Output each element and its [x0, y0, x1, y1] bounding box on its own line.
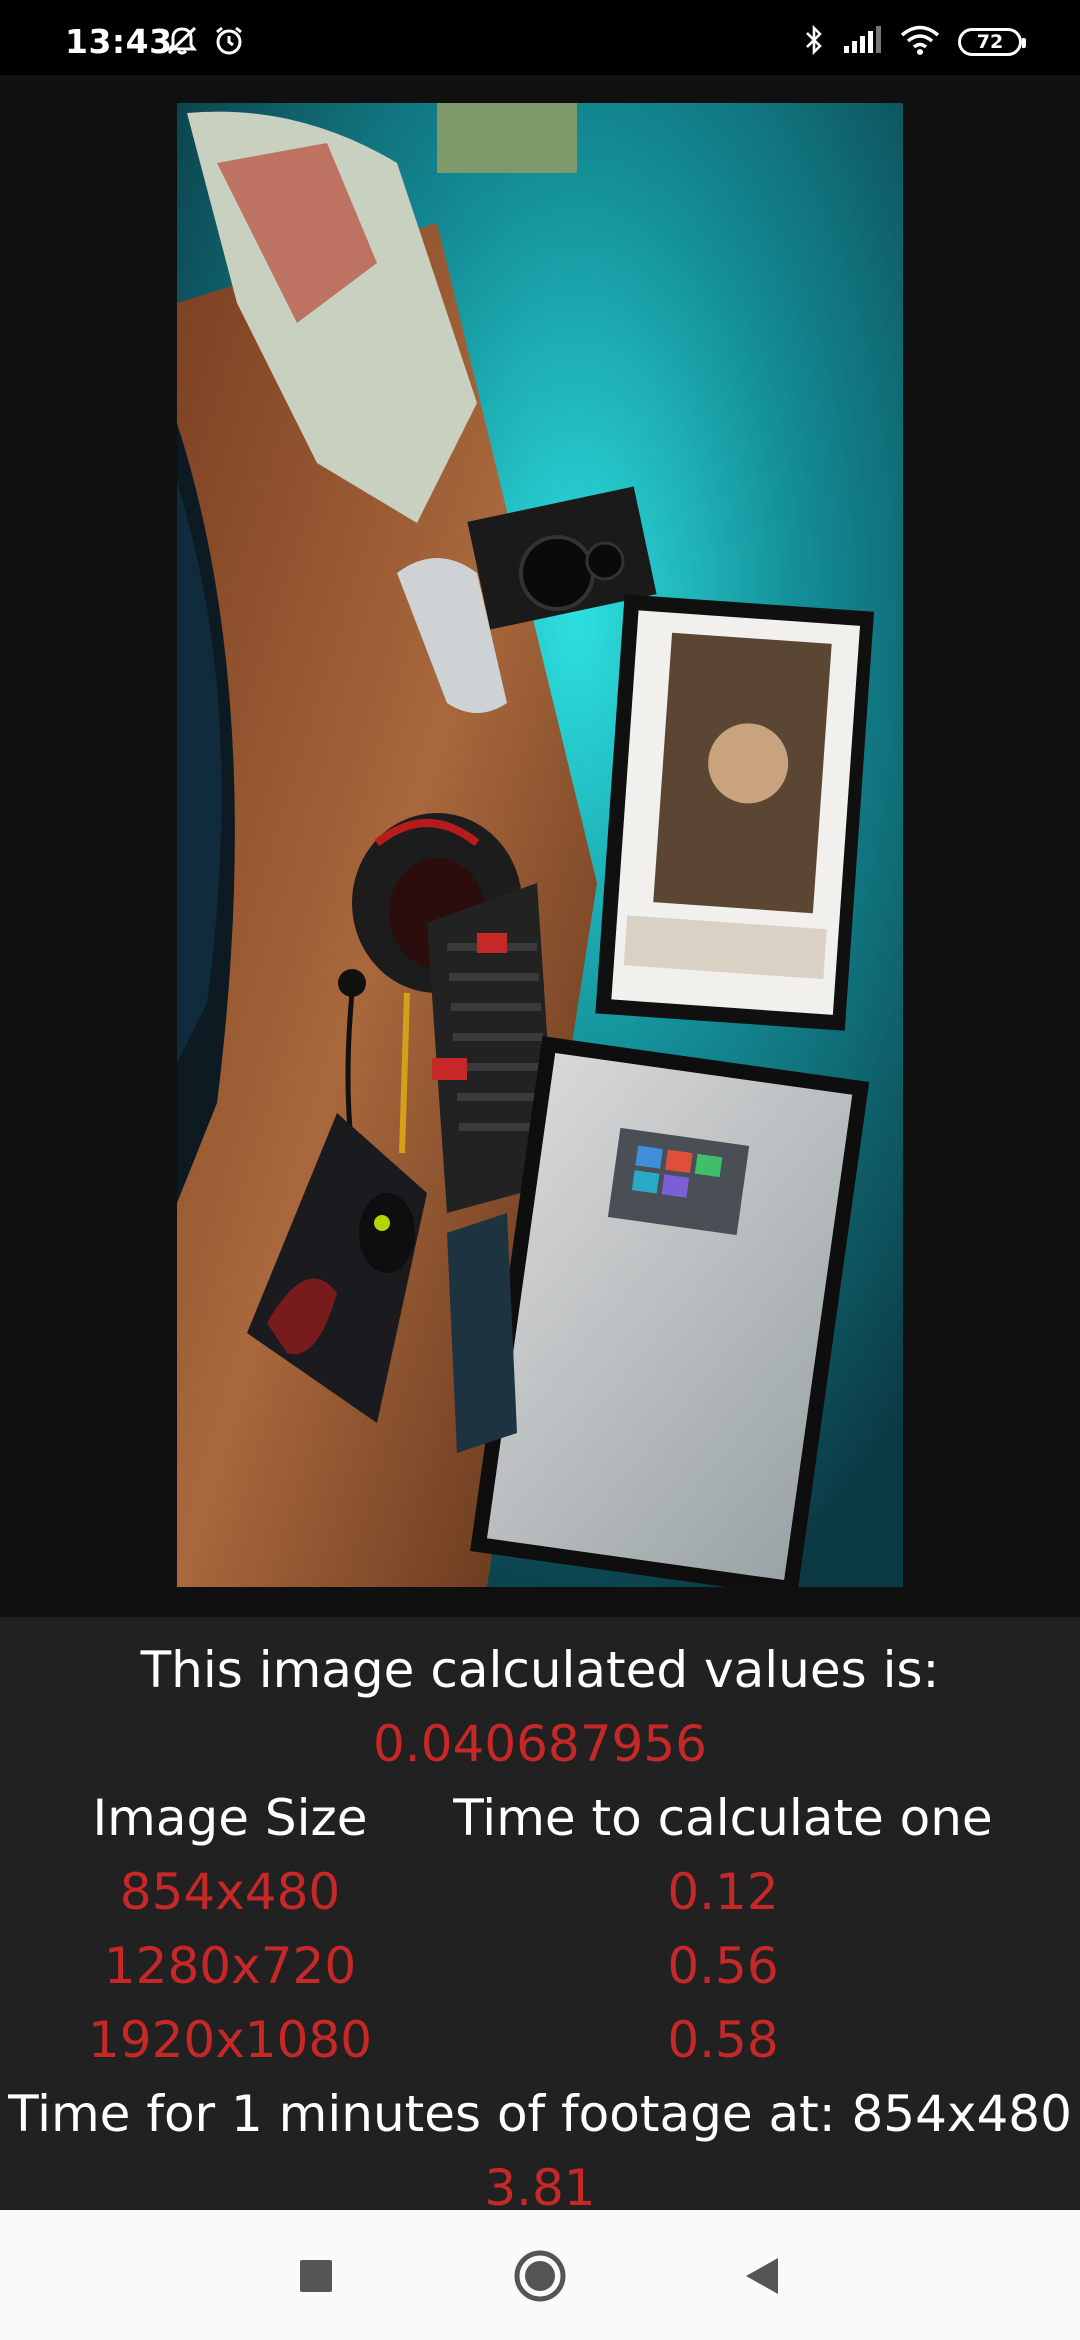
results-panel: This image calculated values is: 0.04068…	[0, 1617, 1080, 2217]
navigation-bar	[0, 2210, 1080, 2340]
table-row-time: 0.58	[667, 2011, 779, 2069]
calculated-value: 0.040687956	[372, 1715, 707, 1773]
status-bar: 13:43 72	[0, 0, 1080, 75]
table-row-time: 0.12	[667, 1863, 779, 1921]
footage-label: Time for 1 minutes of footage at: 854x48…	[8, 2085, 1072, 2143]
alarm-icon	[213, 26, 245, 60]
table-row-size: 1920x1080	[87, 2011, 373, 2069]
table-row-size: 1280x720	[103, 1937, 357, 1995]
bell-off-icon	[165, 26, 199, 60]
results-heading: This image calculated values is:	[140, 1641, 940, 1699]
back-triangle-icon[interactable]	[734, 2248, 790, 2304]
battery-icon: 72	[958, 28, 1026, 56]
image-preview-area	[0, 75, 1080, 1617]
status-right-icons: 72	[804, 24, 1026, 60]
bluetooth-icon	[804, 24, 824, 60]
home-circle-icon[interactable]	[512, 2248, 568, 2304]
status-left-icons	[165, 26, 245, 60]
image-size-header: Image Size	[92, 1789, 368, 1847]
wifi-icon	[900, 25, 940, 59]
table-row-time: 0.56	[667, 1937, 779, 1995]
signal-icon	[842, 26, 882, 58]
time-header: Time to calculate one	[453, 1789, 993, 1847]
table-row-size: 854x480	[119, 1863, 341, 1921]
recents-square-icon[interactable]	[288, 2248, 344, 2304]
desk-setup-photo	[177, 103, 903, 1587]
battery-level: 72	[976, 31, 1004, 53]
status-time: 13:43	[65, 22, 173, 61]
